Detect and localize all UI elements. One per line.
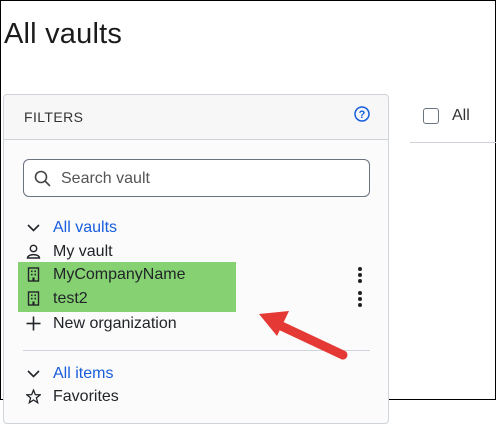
filters-title: FILTERS <box>24 109 84 125</box>
list-header: All <box>410 94 496 143</box>
help-icon[interactable]: ? <box>354 106 370 122</box>
new-organization-label: New organization <box>53 315 177 332</box>
building-icon <box>27 291 40 306</box>
test2-options-icon[interactable] <box>357 291 363 309</box>
page-title: All vaults <box>4 18 123 50</box>
annotation-arrow-icon <box>259 311 348 360</box>
vault-item-label: test2 <box>53 290 88 307</box>
all-items-label: All items <box>53 365 114 382</box>
mycompanyname-options-icon[interactable] <box>357 267 363 285</box>
person-icon <box>26 244 41 259</box>
select-all-checkbox[interactable] <box>423 108 439 124</box>
plus-icon <box>26 316 41 331</box>
search-placeholder: Search vault <box>61 170 150 187</box>
search-icon <box>34 170 51 187</box>
select-all-label: All <box>452 107 470 124</box>
search-input[interactable]: Search vault <box>23 159 370 197</box>
svg-text:?: ? <box>359 109 366 121</box>
vault-item-label: My vault <box>53 243 113 260</box>
chevron-down-icon <box>27 224 40 232</box>
vault-item-label: MyCompanyName <box>53 266 186 283</box>
chevron-down-icon <box>27 370 40 378</box>
filters-panel: FILTERS ? Search vault All vaults My vau… <box>3 94 389 424</box>
building-icon <box>27 267 40 282</box>
star-icon <box>26 389 41 404</box>
all-vaults-label: All vaults <box>53 219 118 236</box>
favorites-label: Favorites <box>53 388 119 405</box>
filters-header: FILTERS ? <box>4 95 388 140</box>
